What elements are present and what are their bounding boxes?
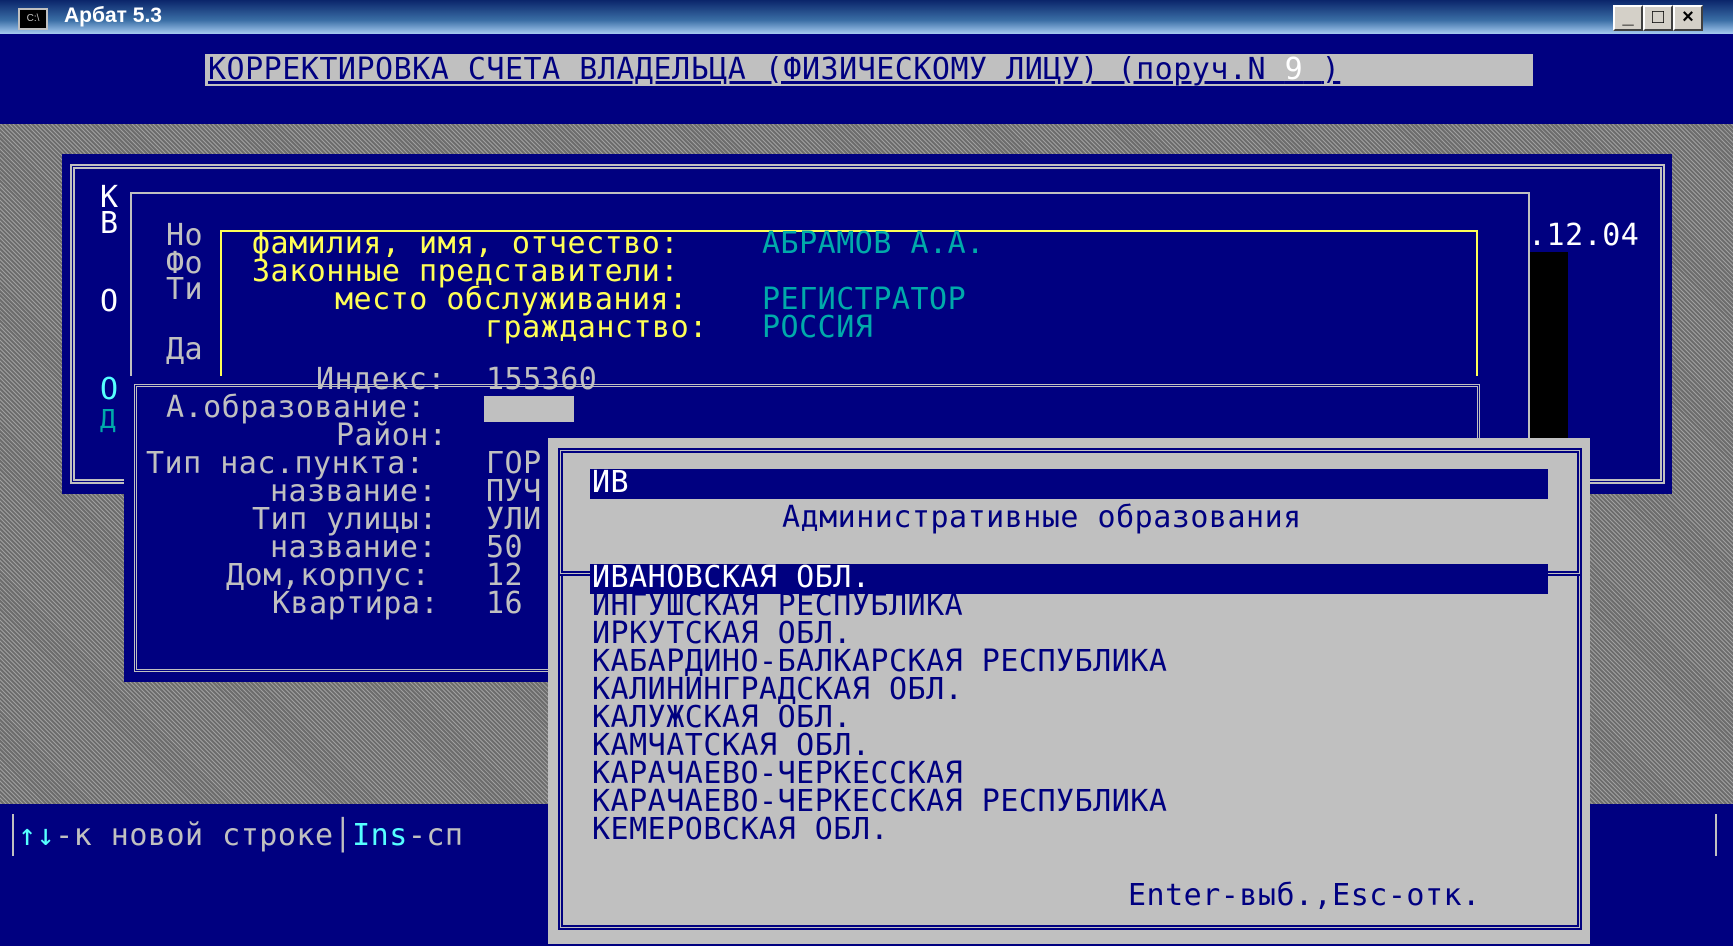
- index-value[interactable]: 155360: [486, 364, 597, 396]
- console-area: КОРРЕКТИРОВКА СЧЕТА ВЛАДЕЛЬЦА (ФИЗИЧЕСКО…: [0, 34, 1733, 946]
- admin-unit-input[interactable]: [484, 396, 574, 422]
- arrow-keys-icon: ↑↓: [18, 818, 56, 853]
- back-letter-d: Д: [100, 405, 117, 435]
- apartment-label: Квартира:: [272, 586, 440, 621]
- list-item[interactable]: КЕМЕРОВСКАЯ ОБЛ.: [592, 814, 889, 846]
- label-da: Да: [166, 332, 204, 367]
- window-titlebar[interactable]: C:\ Арбат 5.3 _ □ ×: [0, 0, 1733, 34]
- window-title: Арбат 5.3: [64, 4, 162, 27]
- order-number: 9: [1284, 52, 1304, 87]
- back-letter-v: В: [100, 206, 119, 241]
- lookup-footer-hint: Enter-выб.,Esc-отк.: [1118, 880, 1491, 912]
- back-letter-o2: О: [100, 372, 119, 407]
- lookup-search-input[interactable]: [590, 469, 1548, 499]
- page-title: КОРРЕКТИРОВКА СЧЕТА ВЛАДЕЛЬЦА (ФИЗИЧЕСКО…: [208, 52, 1341, 87]
- back-letter-o: О: [100, 284, 119, 319]
- label-ti: Ти: [166, 272, 204, 307]
- close-button[interactable]: ×: [1673, 5, 1703, 31]
- fio-value: АБРАМОВ А.А.: [762, 226, 985, 261]
- console-icon[interactable]: C:\: [18, 8, 48, 30]
- citizenship-value: РОССИЯ: [762, 310, 874, 345]
- date-fragment: .12.04: [1528, 218, 1640, 253]
- lookup-title: Административные образования: [782, 500, 1302, 535]
- citizenship-label: гражданство:: [485, 310, 708, 345]
- lookup-search-value: ИВ: [592, 465, 630, 500]
- maximize-button[interactable]: □: [1643, 5, 1673, 31]
- status-hint: ↑↓-к новой строке│Ins-сп: [18, 818, 464, 853]
- apartment-value[interactable]: 16: [486, 588, 523, 620]
- minimize-button[interactable]: _: [1613, 5, 1643, 31]
